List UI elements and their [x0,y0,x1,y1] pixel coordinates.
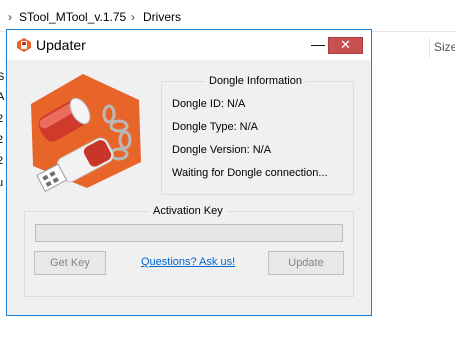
breadcrumb-item-drivers[interactable]: Drivers [143,10,181,24]
dongle-id-label: Dongle ID: N/A [172,98,246,110]
close-icon[interactable]: ✕ [328,37,363,54]
usb-key-logo [21,70,151,193]
list-item[interactable]: 2 [0,155,3,167]
activation-key-legend: Activation Key [149,205,227,217]
explorer-address-bar: › STool_MTool_v.1.75 › Drivers [0,0,455,32]
app-icon [16,37,32,53]
updater-dialog: Updater — ✕ Dongle Information Dongle ID… [6,29,372,316]
list-item[interactable]: S [0,71,4,83]
update-button[interactable]: Update [268,251,344,275]
list-item[interactable]: 2 [0,134,3,146]
dongle-type-label: Dongle Type: N/A [172,121,259,133]
get-key-button[interactable]: Get Key [34,251,106,275]
dongle-info-legend: Dongle Information [205,75,306,87]
activation-key-field[interactable] [35,224,343,242]
chevron-icon[interactable]: › [131,10,135,24]
dongle-version-label: Dongle Version: N/A [172,144,272,156]
minimize-icon[interactable]: — [308,35,328,55]
breadcrumb-item-stool[interactable]: STool_MTool_v.1.75 [19,10,126,24]
questions-link[interactable]: Questions? Ask us! [141,256,235,268]
chevron-icon[interactable]: › [8,10,12,24]
list-item[interactable]: 2 [0,113,3,125]
window-title: Updater [36,37,86,53]
list-item[interactable]: u [0,177,3,189]
list-item[interactable]: A [0,91,4,103]
column-header-size[interactable]: Size [429,38,455,58]
dongle-status-label: Waiting for Dongle connection... [172,167,328,179]
title-bar[interactable]: Updater — ✕ [7,30,371,60]
